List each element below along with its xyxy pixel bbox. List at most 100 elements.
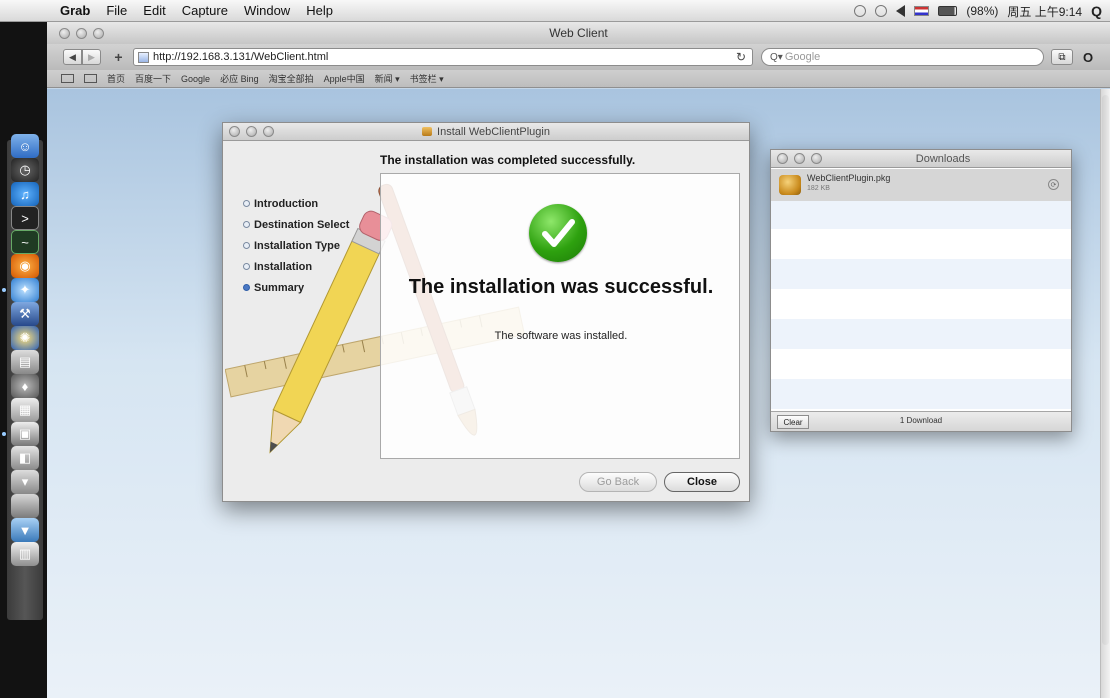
step-introduction: Introduction bbox=[243, 193, 383, 214]
installer-content-panel: The installation was successful. The sof… bbox=[380, 173, 740, 459]
reading-list-icon[interactable] bbox=[61, 74, 74, 83]
browser-toolbar: ◀ ▶ + http://192.168.3.131/WebClient.htm… bbox=[47, 44, 1110, 70]
downloads-footer: 1 Download Clear bbox=[771, 411, 1071, 431]
download-item[interactable]: WebClientPlugin.pkg 182 KB ⟳ bbox=[771, 169, 1071, 201]
installer-window-controls bbox=[229, 126, 274, 137]
step-bullet-icon bbox=[243, 221, 250, 228]
battery-icon[interactable] bbox=[938, 6, 958, 16]
downloads-minimize-button[interactable] bbox=[794, 153, 805, 164]
menu-window[interactable]: Window bbox=[236, 3, 298, 18]
downloads-close-button[interactable] bbox=[777, 153, 788, 164]
document-icon[interactable]: ▤ bbox=[11, 350, 39, 374]
finder-icon[interactable]: ☺ bbox=[11, 134, 39, 158]
address-bar[interactable]: http://192.168.3.131/WebClient.html ↻ bbox=[133, 48, 753, 66]
downloads-zoom-button[interactable] bbox=[811, 153, 822, 164]
menu-grab[interactable]: Grab bbox=[52, 3, 98, 18]
close-button[interactable]: Close bbox=[664, 472, 740, 492]
safari-icon[interactable]: ✦ bbox=[11, 278, 39, 302]
trash-icon[interactable]: ▥ bbox=[11, 542, 39, 566]
bookmark-item[interactable]: 首页 bbox=[107, 72, 125, 85]
success-message: The installation was successful. bbox=[408, 276, 714, 298]
forward-button[interactable]: ▶ bbox=[82, 49, 101, 65]
url-text[interactable]: http://192.168.3.131/WebClient.html bbox=[153, 51, 328, 63]
downloads-window: Downloads WebClientPlugin.pkg 182 KB ⟳ 1… bbox=[770, 149, 1072, 432]
sync-icon[interactable] bbox=[875, 5, 888, 17]
downloads-stack-icon[interactable]: ▼ bbox=[11, 518, 39, 542]
vertical-scrollbar[interactable] bbox=[1100, 89, 1110, 698]
settings-icon[interactable]: O bbox=[1077, 49, 1099, 65]
step-label: Installation Type bbox=[254, 239, 340, 252]
running-indicator bbox=[2, 288, 6, 292]
menubar-clock[interactable]: 周五 上午9:14 bbox=[1007, 3, 1082, 20]
browser-title: Web Client bbox=[549, 26, 608, 40]
bookmark-item[interactable]: Google bbox=[181, 74, 210, 84]
download-count: 1 Download bbox=[899, 416, 943, 425]
step-label: Summary bbox=[254, 281, 305, 294]
bookmark-item[interactable]: Apple中国 bbox=[324, 72, 365, 85]
installer-heading: The installation was completed successfu… bbox=[380, 153, 636, 167]
menu-edit[interactable]: Edit bbox=[135, 3, 173, 18]
list-row bbox=[771, 379, 1071, 409]
itunes-icon[interactable]: ♫ bbox=[11, 182, 39, 206]
package-file-icon bbox=[779, 175, 801, 195]
installer-zoom-button[interactable] bbox=[263, 126, 274, 137]
downloads-titlebar: Downloads bbox=[771, 150, 1071, 168]
activity-monitor-icon[interactable]: ~ bbox=[11, 230, 39, 254]
clear-button[interactable]: Clear bbox=[777, 415, 809, 429]
bookmarks-button[interactable]: ⧉ bbox=[1051, 49, 1073, 65]
terminal-icon[interactable]: > bbox=[11, 206, 39, 230]
installer-icon[interactable]: ▾ bbox=[11, 470, 39, 494]
bookmark-item[interactable]: 必应 Bing bbox=[220, 72, 259, 85]
step-bullet-icon bbox=[243, 263, 250, 270]
top-sites-icon[interactable] bbox=[84, 74, 97, 83]
menu-capture[interactable]: Capture bbox=[174, 3, 236, 18]
add-bookmark-button[interactable]: + bbox=[109, 49, 128, 65]
step-label: Destination Select bbox=[254, 218, 350, 231]
menu-file[interactable]: File bbox=[98, 3, 135, 18]
bookmark-item[interactable]: 淘宝全部拍 bbox=[269, 72, 314, 85]
reveal-in-finder-icon[interactable]: ⟳ bbox=[1048, 179, 1059, 190]
microphone-icon[interactable]: ♦ bbox=[11, 374, 39, 398]
search-field[interactable]: Q▾ Google bbox=[761, 48, 1044, 66]
input-source-flag-icon[interactable] bbox=[914, 6, 930, 16]
bookmark-item[interactable]: 百度一下 bbox=[135, 72, 171, 85]
volume-icon[interactable] bbox=[896, 5, 906, 17]
browser-titlebar: Web Client bbox=[47, 22, 1110, 44]
dashboard-icon[interactable]: ◷ bbox=[11, 158, 39, 182]
bookmark-item[interactable]: 书签栏 ▾ bbox=[410, 72, 444, 85]
minimize-window-button[interactable] bbox=[76, 28, 87, 39]
step-installation-type: Installation Type bbox=[243, 235, 383, 256]
photo-icon[interactable]: ▣ bbox=[11, 422, 39, 446]
spotlight-search-icon[interactable]: Q bbox=[1091, 3, 1102, 19]
search-icon: Q▾ bbox=[770, 51, 783, 63]
downloads-title: Downloads bbox=[915, 152, 971, 165]
list-row bbox=[771, 199, 1071, 229]
list-row bbox=[771, 349, 1071, 379]
downloads-list bbox=[771, 169, 1071, 411]
bookmarks-bar: 首页 百度一下 Google 必应 Bing 淘宝全部拍 Apple中国 新闻 … bbox=[47, 70, 1110, 88]
window-controls bbox=[59, 28, 104, 39]
reload-icon[interactable]: ↻ bbox=[736, 50, 746, 64]
time-machine-icon[interactable] bbox=[854, 5, 867, 17]
menu-bar: Grab File Edit Capture Window Help (98%)… bbox=[0, 0, 1110, 22]
back-button[interactable]: ◀ bbox=[63, 49, 82, 65]
installer-minimize-button[interactable] bbox=[246, 126, 257, 137]
network-utility-icon[interactable]: ✺ bbox=[11, 326, 39, 350]
grab-icon[interactable]: ◧ bbox=[11, 446, 39, 470]
scrollbar-thumb[interactable] bbox=[1102, 95, 1109, 645]
dock: ☺ ◷ ♫ > ~ ◉ ✦ ⚒ ✺ ▤ ♦ ▦ ▣ ◧ ▾ ▼ ▥ bbox=[0, 22, 47, 698]
bookmark-item[interactable]: 新闻 ▾ bbox=[375, 72, 400, 85]
running-indicator-grab bbox=[2, 432, 6, 436]
go-back-button[interactable]: Go Back bbox=[579, 472, 657, 492]
close-window-button[interactable] bbox=[59, 28, 70, 39]
step-bullet-icon bbox=[243, 284, 250, 291]
zoom-window-button[interactable] bbox=[93, 28, 104, 39]
battery-percent: (98%) bbox=[966, 4, 999, 18]
installer-close-button[interactable] bbox=[229, 126, 240, 137]
preview-icon[interactable]: ▦ bbox=[11, 398, 39, 422]
menu-help[interactable]: Help bbox=[298, 3, 341, 18]
installer-title: Install WebClientPlugin bbox=[437, 125, 550, 138]
firefox-icon[interactable]: ◉ bbox=[11, 254, 39, 278]
step-bullet-icon bbox=[243, 242, 250, 249]
xcode-icon[interactable]: ⚒ bbox=[11, 302, 39, 326]
